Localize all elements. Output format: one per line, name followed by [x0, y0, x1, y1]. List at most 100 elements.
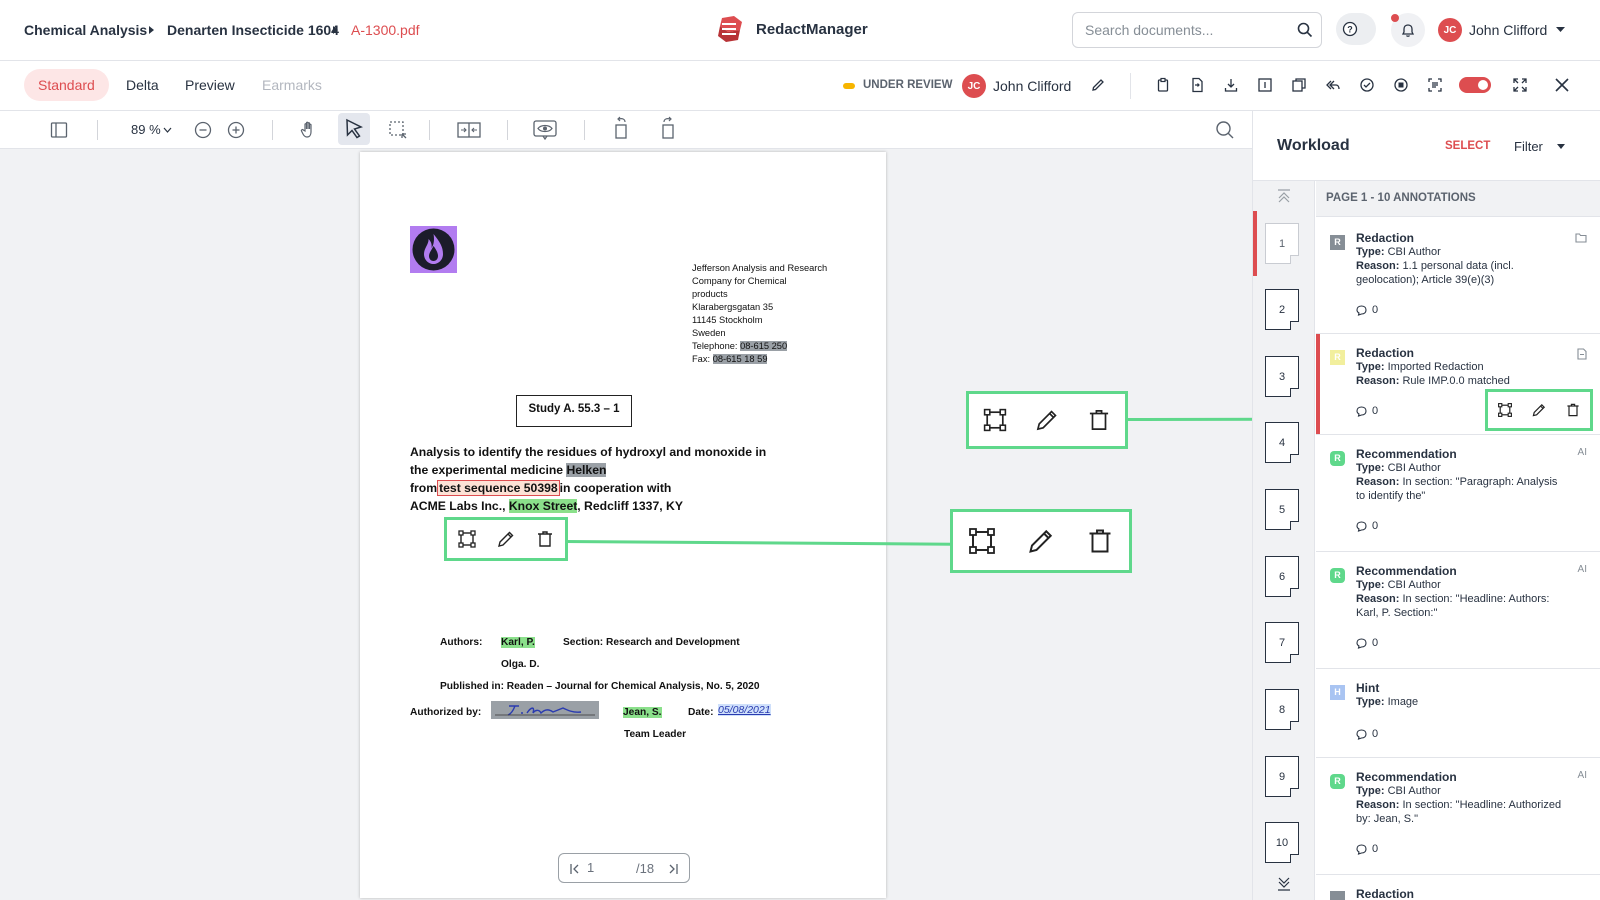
search-input[interactable] — [1085, 22, 1285, 38]
zoom-level[interactable]: 89 % — [131, 122, 161, 137]
redaction-toggle[interactable] — [1459, 77, 1491, 93]
pan-tool-button[interactable] — [296, 117, 322, 143]
zoom-dropdown-icon[interactable] — [163, 127, 172, 133]
folder-icon[interactable] — [1575, 233, 1587, 243]
author-highlight[interactable]: Karl, P. — [501, 637, 535, 648]
page-thumbnail[interactable]: 5 — [1265, 489, 1299, 530]
resize-icon[interactable] — [982, 407, 1008, 433]
comments-count[interactable]: 0 — [1356, 637, 1378, 649]
toggle-visibility-button[interactable] — [532, 117, 558, 143]
document-info-button[interactable] — [1252, 72, 1278, 98]
selected-annotation[interactable]: test sequence 50398 — [437, 480, 560, 496]
export-button[interactable] — [1184, 72, 1210, 98]
help-toggle[interactable]: ? — [1336, 13, 1376, 45]
user-avatar[interactable]: JC — [1438, 18, 1462, 42]
select-button[interactable]: SELECT — [1445, 140, 1490, 152]
first-page-icon[interactable] — [569, 863, 581, 875]
zoom-out-button[interactable] — [190, 117, 216, 143]
comments-count[interactable]: 0 — [1356, 304, 1378, 316]
redacted-telephone[interactable]: 08-615 250 — [740, 341, 788, 351]
document-search-button[interactable] — [1212, 117, 1238, 143]
tab-earmarks: Earmarks — [262, 77, 322, 93]
redacted-term[interactable]: Helken — [566, 463, 607, 477]
tab-preview[interactable]: Preview — [171, 69, 249, 101]
recommendation-highlight[interactable]: Knox Street — [508, 499, 578, 513]
comments-count[interactable]: 0 — [1356, 843, 1378, 855]
page-thumbnail[interactable]: 6 — [1265, 556, 1299, 597]
edit-assignee-button[interactable] — [1085, 72, 1111, 98]
delete-icon[interactable] — [535, 529, 555, 549]
page-thumbnail[interactable]: 7 — [1265, 622, 1299, 663]
rotate-left-button[interactable] — [609, 115, 635, 141]
clipboard-button[interactable] — [1150, 72, 1176, 98]
scroll-to-top-icon[interactable] — [1276, 189, 1292, 203]
page-number-input[interactable] — [587, 860, 627, 875]
comments-count[interactable]: 0 — [1356, 728, 1378, 740]
compare-button[interactable] — [1286, 72, 1312, 98]
page-thumbnail[interactable]: 3 — [1265, 356, 1299, 397]
breadcrumb-file[interactable]: A-1300.pdf — [351, 22, 420, 38]
page-thumbnail[interactable]: 10 — [1265, 822, 1299, 863]
page-thumbnail[interactable]: 8 — [1265, 689, 1299, 730]
search-icon[interactable] — [1297, 22, 1313, 38]
close-document-button[interactable] — [1549, 72, 1575, 98]
scroll-to-bottom-icon[interactable] — [1276, 877, 1292, 891]
imported-file-icon[interactable] — [1577, 348, 1587, 360]
page-thumbnail[interactable]: 2 — [1265, 289, 1299, 330]
area-select-button[interactable] — [385, 117, 411, 143]
company-logo-image[interactable] — [410, 226, 457, 273]
annotation-card[interactable]: R Recommendation AI Type: CBI Author Rea… — [1316, 552, 1600, 669]
breadcrumb-dossier[interactable]: Denarten Insecticide 1604 — [167, 22, 339, 38]
page-thumbnail[interactable]: 9 — [1265, 756, 1299, 797]
signer-highlight[interactable]: Jean, S. — [623, 707, 662, 718]
download-button[interactable] — [1218, 72, 1244, 98]
tab-delta[interactable]: Delta — [112, 69, 173, 101]
pdf-page[interactable]: Jefferson Analysis and Research Company … — [360, 152, 886, 898]
resize-icon[interactable] — [1497, 402, 1513, 418]
approve-button[interactable] — [1354, 72, 1380, 98]
filter-button[interactable]: Filter — [1514, 139, 1543, 154]
edit-icon[interactable] — [496, 529, 516, 549]
edit-icon[interactable] — [1531, 402, 1547, 418]
rotate-right-button[interactable] — [654, 115, 680, 141]
toggle-sidebar-button[interactable] — [46, 117, 72, 143]
annotation-card[interactable]: R Recommendation AI Type: CBI Author Rea… — [1316, 758, 1600, 875]
assignee-avatar[interactable]: JC — [962, 74, 986, 98]
annotation-card[interactable]: Redaction — [1316, 875, 1600, 900]
breadcrumb-project[interactable]: Chemical Analysis — [24, 22, 147, 38]
search-box[interactable] — [1072, 12, 1322, 48]
annotation-card[interactable]: R Redaction Type: CBI Author Reason: 1.1… — [1316, 219, 1600, 334]
annotation-card[interactable]: R Redaction Type: Imported Redaction Rea… — [1316, 334, 1600, 435]
edit-icon[interactable] — [1034, 407, 1060, 433]
comments-count[interactable]: 0 — [1356, 405, 1378, 417]
ocr-button[interactable] — [1422, 72, 1448, 98]
user-name[interactable]: John Clifford — [1469, 22, 1547, 38]
annotation-card[interactable]: H Hint Type: Image 0 — [1316, 669, 1600, 758]
filter-caret-icon[interactable] — [1557, 144, 1565, 149]
resize-icon[interactable] — [967, 526, 997, 556]
page-thumbnail[interactable]: 1 — [1265, 223, 1299, 264]
delete-icon[interactable] — [1085, 526, 1115, 556]
record-button[interactable] — [1388, 72, 1414, 98]
compare-pages-button[interactable] — [456, 117, 482, 143]
undo-all-button[interactable] — [1320, 72, 1346, 98]
select-tool-button[interactable] — [338, 113, 370, 145]
signature-image[interactable] — [491, 701, 599, 719]
redacted-fax[interactable]: 08-615 18 59 — [712, 354, 768, 364]
annotation-card[interactable]: R Recommendation AI Type: CBI Author Rea… — [1316, 435, 1600, 552]
resize-icon[interactable] — [457, 529, 477, 549]
delete-icon[interactable] — [1565, 402, 1581, 418]
zoom-in-button[interactable] — [223, 117, 249, 143]
fullscreen-button[interactable] — [1507, 72, 1533, 98]
tab-standard[interactable]: Standard — [24, 69, 109, 101]
hint-badge: H — [1330, 685, 1345, 700]
last-page-icon[interactable] — [667, 863, 679, 875]
workload-panel: Workload SELECT Filter 1 2 3 4 5 6 7 8 9… — [1252, 111, 1600, 900]
comments-count[interactable]: 0 — [1356, 520, 1378, 532]
edit-icon[interactable] — [1026, 526, 1056, 556]
delete-icon[interactable] — [1086, 407, 1112, 433]
assignee-name[interactable]: John Clifford — [993, 78, 1071, 94]
user-menu-caret-icon[interactable] — [1556, 27, 1565, 33]
page-thumbnail[interactable]: 4 — [1265, 422, 1299, 463]
handwritten-date[interactable]: 05/08/2021 — [718, 704, 771, 716]
